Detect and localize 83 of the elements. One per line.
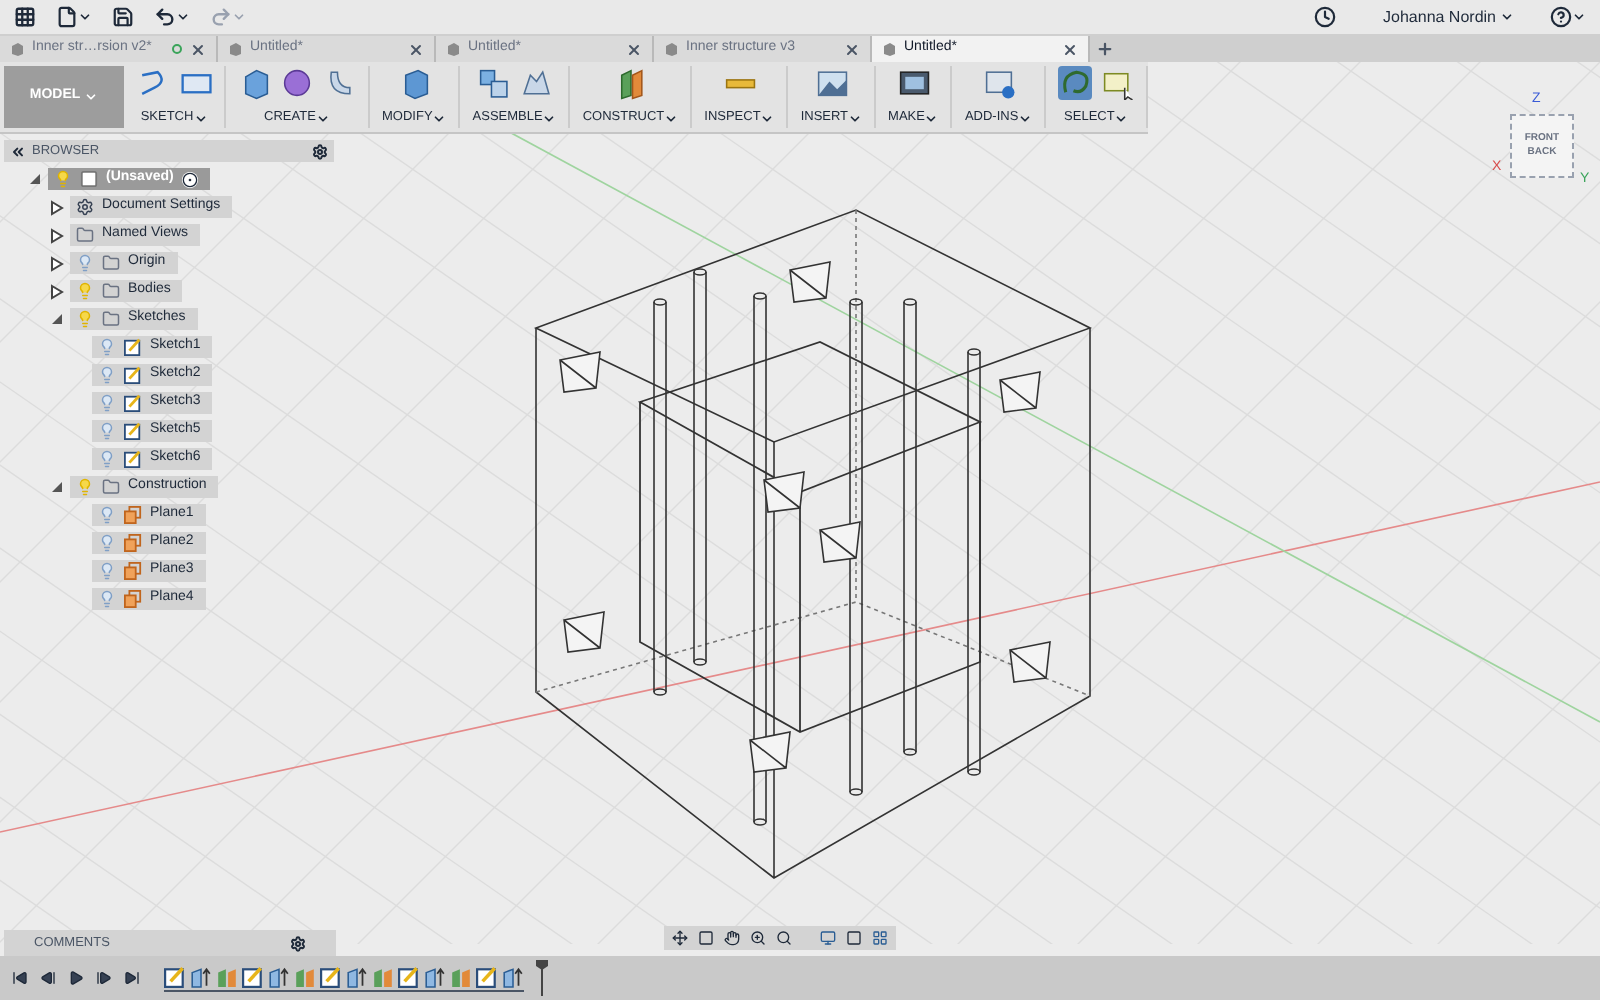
caret-icon <box>193 111 208 126</box>
caret-icon <box>760 111 775 126</box>
caret-icon <box>232 10 246 24</box>
cube-icon <box>228 42 242 56</box>
play-icon[interactable] <box>68 970 84 986</box>
close-icon[interactable] <box>844 41 860 57</box>
sketch-feature-icon[interactable] <box>398 965 420 987</box>
cube-icon <box>10 42 24 56</box>
close-icon[interactable] <box>1062 41 1078 57</box>
collapse-triangle-icon[interactable] <box>50 312 64 326</box>
caret-icon <box>84 90 99 104</box>
sketch-icon <box>124 338 142 356</box>
sketch-icon <box>124 366 142 384</box>
user-menu[interactable]: Johanna Nordin <box>1383 5 1514 29</box>
last-icon[interactable] <box>124 970 140 986</box>
close-icon[interactable] <box>190 41 206 57</box>
viewports-icon[interactable] <box>872 930 888 946</box>
first-icon[interactable] <box>12 970 28 986</box>
image-icon[interactable] <box>814 66 849 100</box>
collapse-triangle-icon[interactable] <box>50 480 64 494</box>
sketch-feature-icon[interactable] <box>476 965 498 987</box>
expand-triangle-icon[interactable] <box>50 283 64 299</box>
caret-icon <box>1114 111 1129 126</box>
folder-icon <box>76 226 94 244</box>
cube-icon <box>882 42 896 56</box>
timeline-marker-icon[interactable] <box>536 960 548 996</box>
expand-triangle-icon[interactable] <box>50 255 64 271</box>
apps-grid-icon[interactable] <box>14 6 36 28</box>
orbit-icon[interactable] <box>672 930 688 946</box>
extrude-feature-icon[interactable] <box>502 965 524 987</box>
sketch-icon <box>124 394 142 412</box>
extrude-feature-icon[interactable] <box>190 965 212 987</box>
next-icon[interactable] <box>96 970 112 986</box>
expand-triangle-icon[interactable] <box>50 199 64 215</box>
caret-icon <box>848 111 863 126</box>
caret-icon <box>924 111 939 126</box>
caret-icon <box>664 111 679 126</box>
grid-sphere-icon[interactable] <box>280 66 314 100</box>
settings-icon[interactable] <box>312 143 328 159</box>
component-icon <box>80 170 98 188</box>
sketch-feature-icon[interactable] <box>320 965 342 987</box>
folder-icon <box>102 478 120 496</box>
extrude-feature-icon[interactable] <box>346 965 368 987</box>
clock-icon[interactable] <box>1313 6 1336 28</box>
component-icon[interactable] <box>476 66 511 100</box>
zoom-icon[interactable] <box>750 930 766 946</box>
extrude-feature-icon[interactable] <box>268 965 290 987</box>
sketch-icon <box>124 422 142 440</box>
folder-icon <box>102 282 120 300</box>
caret-icon <box>542 111 557 126</box>
previous-icon[interactable] <box>40 970 56 986</box>
caret-icon <box>176 10 190 24</box>
gear-icon <box>76 198 94 216</box>
caret-icon <box>1018 111 1033 126</box>
cube-icon <box>446 42 460 56</box>
folder-icon <box>102 310 120 328</box>
monitor-icon[interactable] <box>896 66 931 100</box>
caret-icon <box>432 111 447 126</box>
help-button[interactable] <box>1550 6 1586 28</box>
new-tab-icon[interactable] <box>1096 40 1114 58</box>
caret-icon <box>1500 10 1514 24</box>
sketch-feature-icon[interactable] <box>242 965 264 987</box>
undo-button[interactable] <box>154 6 190 28</box>
close-icon[interactable] <box>408 41 424 57</box>
cube-icon <box>664 42 678 56</box>
close-icon[interactable] <box>626 41 642 57</box>
caret-icon <box>315 111 330 126</box>
caret-icon <box>78 10 92 24</box>
save-icon[interactable] <box>112 6 134 28</box>
pan-icon[interactable] <box>724 930 740 946</box>
collapse-triangle-icon[interactable] <box>28 172 42 186</box>
sketch-feature-icon[interactable] <box>164 965 186 987</box>
extrude-feature-icon[interactable] <box>424 965 446 987</box>
folder-icon <box>102 254 120 272</box>
caret-icon <box>1572 10 1586 24</box>
file-menu-button[interactable] <box>56 6 92 28</box>
settings-icon[interactable] <box>290 935 306 951</box>
expand-triangle-icon[interactable] <box>50 227 64 243</box>
display-settings-icon[interactable] <box>820 930 836 946</box>
fit-icon[interactable] <box>776 930 792 946</box>
collapse-icon[interactable] <box>10 143 26 159</box>
sketch-icon <box>124 450 142 468</box>
radio-icon[interactable] <box>181 171 198 187</box>
